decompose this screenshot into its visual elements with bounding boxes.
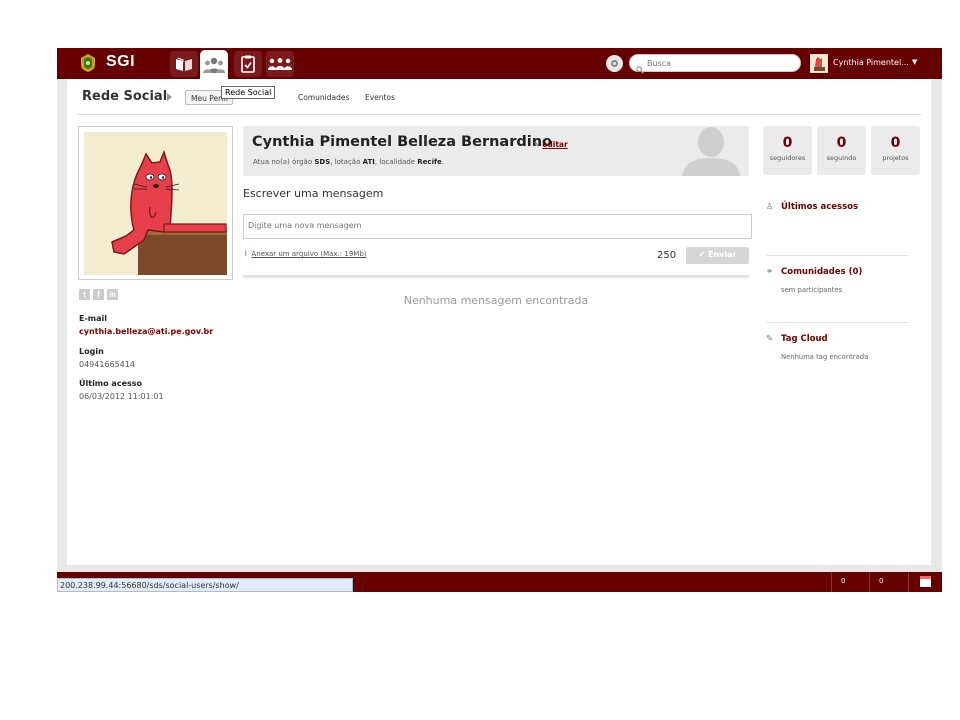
facebook-icon[interactable]: f xyxy=(93,289,104,300)
sub-prefix: Atua no(a) órgão xyxy=(253,158,315,166)
tagcloud-title[interactable]: Tag Cloud xyxy=(781,334,828,344)
org-value: SDS xyxy=(314,158,331,166)
communities-widget-title[interactable]: ⚭ Comunidades (0) xyxy=(766,267,862,277)
stat-label: seguidores xyxy=(769,154,806,162)
social-network-app-icon[interactable] xyxy=(200,50,228,79)
stat-following[interactable]: 0 seguindo xyxy=(817,126,866,175)
state-emblem-icon xyxy=(79,53,97,73)
app-logo-text[interactable]: SGI xyxy=(106,53,135,71)
attach-label[interactable]: Anexar um arquivo (Máx.: 19Mb) xyxy=(251,250,366,258)
user-silhouette-icon xyxy=(680,126,742,176)
notification-count[interactable]: 0 xyxy=(841,577,845,585)
top-navbar: SGI Cynthia Pimentel... ▼ xyxy=(57,48,942,79)
checklist-app-icon[interactable] xyxy=(234,51,262,77)
stat-followers[interactable]: 0 seguidores xyxy=(763,126,812,175)
last-access-widget-title[interactable]: ♙ Últimos acessos xyxy=(766,202,858,212)
sub-mid2: , localidade xyxy=(374,158,418,166)
community-app-icon[interactable] xyxy=(266,51,294,77)
breadcrumb-arrow-icon xyxy=(167,93,172,101)
stat-value: 0 xyxy=(782,135,793,151)
search-box[interactable] xyxy=(629,54,801,74)
search-icon xyxy=(636,59,644,78)
stat-value: 0 xyxy=(836,135,847,151)
twitter-icon[interactable]: t xyxy=(79,289,90,300)
page-frame-right xyxy=(931,79,942,569)
communities-title[interactable]: Comunidades (0) xyxy=(781,267,862,277)
login-label: Login xyxy=(79,347,104,356)
send-button[interactable]: ✔ Enviar xyxy=(686,247,749,264)
char-counter: 250 xyxy=(657,250,677,261)
divider xyxy=(869,572,870,592)
user-avatar[interactable] xyxy=(810,54,828,73)
stat-label: projetos xyxy=(882,154,909,162)
paperclip-icon: ⌇ xyxy=(244,250,248,258)
profile-subtitle: Atua no(a) órgão SDS, lotação ATI, local… xyxy=(253,158,444,166)
divider xyxy=(908,572,909,592)
page-frame-left xyxy=(57,79,67,569)
book-app-icon[interactable] xyxy=(170,51,198,77)
settings-gear-icon[interactable] xyxy=(606,55,623,72)
stat-projects[interactable]: 0 projetos xyxy=(871,126,920,175)
profile-photo[interactable] xyxy=(84,132,227,275)
attach-file-link[interactable]: ⌇ Anexar um arquivo (Máx.: 19Mb) xyxy=(244,250,367,258)
sub-end: . xyxy=(441,158,445,166)
edit-label[interactable]: editar xyxy=(542,140,567,149)
communities-empty-text: sem participantes xyxy=(781,286,843,294)
tagcloud-widget-title[interactable]: ✎ Tag Cloud xyxy=(766,334,828,344)
tagcloud-empty-text: Nenhuma tag encontrada xyxy=(781,353,869,361)
last-access-value: 06/03/2012 11:01:01 xyxy=(79,392,164,401)
divider xyxy=(831,572,832,592)
pencil-icon: ✎ xyxy=(533,140,540,149)
last-access-label: Último acesso xyxy=(79,379,143,388)
check-icon: ✔ xyxy=(698,250,709,259)
divider xyxy=(766,322,909,323)
search-input[interactable] xyxy=(647,56,797,70)
composer-title: Escrever uma mensagem xyxy=(243,187,384,200)
locality-value: Recife xyxy=(417,158,442,166)
edit-profile-link[interactable]: ✎ editar xyxy=(533,140,568,149)
profile-name: Cynthia Pimentel Belleza Bernardino xyxy=(252,134,552,150)
feed-divider xyxy=(243,275,749,278)
profile-photo-frame xyxy=(78,126,233,280)
profile-header: Cynthia Pimentel Belleza Bernardino ✎ edi… xyxy=(243,126,749,176)
calendar-icon[interactable] xyxy=(920,576,931,587)
tooltip: Rede Social xyxy=(221,86,276,99)
stat-label: seguindo xyxy=(826,154,857,162)
send-label: Enviar xyxy=(708,250,737,259)
linkedin-icon[interactable]: in xyxy=(107,289,118,300)
tag-icon: ✎ xyxy=(766,334,774,344)
email-link[interactable]: cynthia.belleza@ati.pe.gov.br xyxy=(79,327,213,336)
tab-eventos[interactable]: Eventos xyxy=(365,93,395,102)
message-count[interactable]: 0 xyxy=(879,577,883,585)
communities-icon: ⚭ xyxy=(766,267,774,277)
unit-value: ATI xyxy=(362,158,375,166)
divider xyxy=(78,114,921,115)
social-icons: t f in xyxy=(79,289,118,300)
divider xyxy=(766,255,909,256)
browser-status-url: 200.238.99.44:56680/sds/social-users/sho… xyxy=(57,578,353,592)
user-icon: ♙ xyxy=(766,202,774,212)
user-menu-caret-icon[interactable]: ▼ xyxy=(912,58,917,66)
user-menu-name[interactable]: Cynthia Pimentel... xyxy=(833,58,909,67)
stat-value: 0 xyxy=(890,135,901,151)
tab-comunidades[interactable]: Comunidades xyxy=(298,93,349,102)
email-label: E-mail xyxy=(79,314,108,323)
page-title: Rede Social xyxy=(82,89,168,104)
sub-mid: , lotação xyxy=(330,158,363,166)
message-input[interactable] xyxy=(243,214,752,239)
page-frame-bottom xyxy=(57,565,942,572)
login-value: 04941665414 xyxy=(79,360,135,369)
empty-feed-message: Nenhuma mensagem encontrada xyxy=(403,294,589,307)
last-access-title[interactable]: Últimos acessos xyxy=(781,202,858,212)
